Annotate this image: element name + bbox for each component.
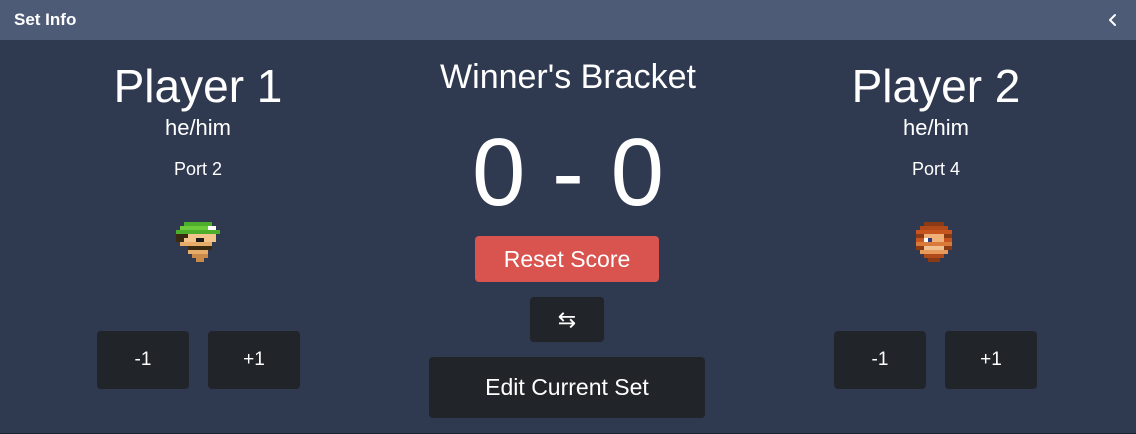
- player2-plus-button[interactable]: +1: [945, 331, 1037, 389]
- bracket-label: Winner's Bracket: [440, 58, 696, 96]
- luigi-stock-icon: [172, 218, 224, 270]
- player1-name: Player 1: [113, 60, 283, 112]
- panel-title: Set Info: [14, 10, 77, 29]
- set-score: 0 - 0: [471, 119, 665, 226]
- swap-arrows-icon: ⇆: [557, 307, 577, 332]
- player1-plus-button[interactable]: +1: [208, 331, 300, 389]
- player2-port: Port 4: [911, 159, 961, 179]
- reset-score-button[interactable]: Reset Score: [475, 236, 659, 282]
- player2-name: Player 2: [851, 60, 1021, 112]
- player1-pronouns: he/him: [164, 115, 232, 140]
- swap-players-button[interactable]: ⇆: [530, 297, 604, 342]
- player2-minus-button[interactable]: -1: [834, 331, 926, 389]
- player1-minus-button[interactable]: -1: [97, 331, 189, 389]
- chevron-left-icon[interactable]: [1106, 10, 1120, 30]
- player2-pronouns: he/him: [902, 115, 970, 140]
- donkey-kong-stock-icon: [908, 218, 960, 270]
- player1-port: Port 2: [173, 159, 223, 179]
- edit-current-set-button[interactable]: Edit Current Set: [429, 357, 705, 418]
- panel-header: Set Info: [0, 0, 1136, 40]
- set-info-panel: Set Info Player 1 he/him Port 2 -1 +1 Wi…: [0, 0, 1136, 434]
